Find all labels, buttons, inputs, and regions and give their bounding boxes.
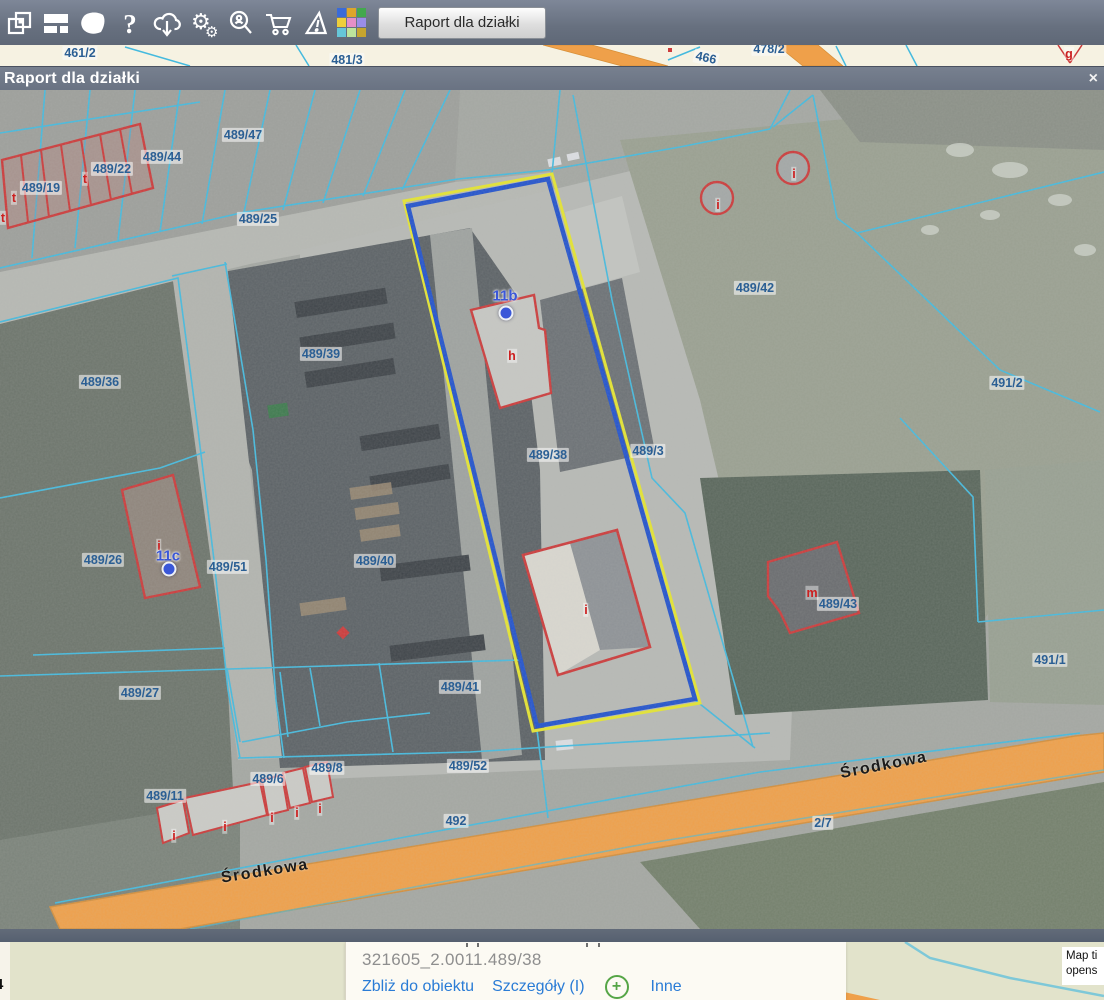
search-icon[interactable] — [222, 6, 259, 40]
help-icon[interactable]: ? — [111, 6, 148, 40]
building-letter-label: i — [317, 802, 322, 816]
address-point-marker[interactable] — [499, 306, 514, 321]
download-icon[interactable] — [148, 6, 185, 40]
toolbar: ? ⚙ ⚙ — [0, 0, 1104, 46]
parcel-number-label: 489/26 — [82, 553, 124, 567]
parcel-number-label: 489/22 — [91, 162, 133, 176]
attribution-line2: opens — [1066, 964, 1104, 979]
settings-icon[interactable]: ⚙ ⚙ — [185, 6, 222, 40]
parcel-number-label: 489/40 — [354, 554, 396, 568]
clipped-text-mark — [598, 943, 600, 947]
parcel-number-label: 489/47 — [222, 128, 264, 142]
legend-color-swatch — [337, 18, 346, 27]
parcel-number-label: 489/39 — [300, 347, 342, 361]
parcel-number-label: 489/41 — [439, 680, 481, 694]
street-name-label: Środkowa — [839, 749, 929, 784]
panel-header: Raport dla działki × — [0, 66, 1104, 91]
parcel-number-label: 489/51 — [207, 560, 249, 574]
parcel-number-label: 489/25 — [237, 212, 279, 226]
svg-text:⚙: ⚙ — [205, 24, 218, 39]
building-letter-label: i — [222, 820, 227, 834]
background-map-strip[interactable]: 321605_2.0011.489/38 Zbliż do obiektu Sz… — [0, 942, 1104, 1000]
panel-bottom-bar — [0, 929, 1104, 942]
building-letter-label: i — [791, 167, 796, 181]
legend-color-grid — [337, 8, 367, 38]
map-attribution: Map ti opens — [1062, 947, 1104, 985]
street-name-label: Środkowa — [220, 856, 310, 888]
parcel-number-label: 489/42 — [734, 281, 776, 295]
parcel-number-label: 489/52 — [447, 759, 489, 773]
plus-circle-icon[interactable]: + — [605, 975, 629, 999]
building-letter-label: i — [171, 829, 176, 843]
scale-digit: 4 — [0, 976, 3, 993]
parcel-number-label: 489/11 — [144, 789, 186, 803]
address-marker-label: 11b — [492, 287, 517, 304]
parcel-number-label: 489/44 — [141, 150, 183, 164]
building-letter-label: t — [82, 172, 88, 186]
building-letter-label: g — [1064, 47, 1074, 61]
building-letter-label: i — [715, 198, 720, 212]
map-canvas[interactable]: 489/47489/44489/22489/19489/25ttt489/424… — [0, 90, 1104, 929]
parcel-number-label: 491/1 — [1032, 653, 1067, 667]
parcel-number-label: 461/2 — [62, 46, 97, 60]
legend-color-swatch — [347, 28, 356, 37]
details-link[interactable]: Szczegóły (I) — [492, 978, 584, 996]
parcel-identifier: 321605_2.0011.489/38 — [362, 950, 542, 970]
building-letter-label: i — [294, 806, 299, 820]
legend-color-swatch — [357, 28, 366, 37]
feature-infobox: 321605_2.0011.489/38 Zbliż do obiektu Sz… — [345, 942, 846, 1000]
layout-icon[interactable] — [37, 6, 74, 40]
legend-color-swatch — [357, 8, 366, 17]
warning-icon[interactable] — [296, 6, 333, 40]
attribution-line1: Map ti — [1066, 949, 1104, 964]
report-parcel-button[interactable]: Raport dla działki — [378, 7, 546, 39]
legend-color-swatch — [357, 18, 366, 27]
clipped-text-mark — [477, 943, 479, 947]
legend-color-swatch — [337, 8, 346, 17]
parcel-number-label: 489/6 — [250, 772, 285, 786]
parcel-number-label: 478/2 — [751, 45, 786, 56]
parcel-number-label: 481/3 — [329, 53, 364, 66]
cart-icon[interactable] — [259, 6, 296, 40]
windows-icon[interactable] — [0, 6, 37, 40]
parcel-number-label: 489/19 — [20, 181, 62, 195]
map-application: ? ⚙ ⚙ — [0, 0, 1104, 1000]
clipped-text-mark — [466, 943, 468, 947]
panel-title: Raport dla działki — [0, 70, 140, 88]
building-letter-label: i — [583, 603, 588, 617]
parcel-number-label: 489/36 — [79, 375, 121, 389]
zoom-to-object-link[interactable]: Zbliż do obiektu — [362, 978, 474, 996]
parcel-number-label: 489/3 — [630, 444, 665, 458]
parcel-number-label: 489/38 — [527, 448, 569, 462]
polygon-icon[interactable] — [74, 6, 111, 40]
parcel-number-label: 466 — [692, 48, 719, 66]
clipped-text-mark — [586, 943, 588, 947]
parcel-number-label: 489/8 — [309, 761, 344, 775]
parcel-number-label: 2/7 — [812, 816, 833, 830]
building-letter-label: m — [805, 586, 818, 600]
scale-indicator: 4 — [0, 942, 10, 1000]
close-icon[interactable]: × — [1089, 70, 1098, 88]
building-letter-label: i — [269, 811, 274, 825]
legend-color-swatch — [347, 8, 356, 17]
parcel-number-label: 491/2 — [989, 376, 1024, 390]
svg-text:?: ? — [123, 9, 137, 38]
legend-color-swatch — [347, 18, 356, 27]
legend-color-swatch — [337, 28, 346, 37]
building-letter-label: h — [507, 349, 517, 363]
parcel-number-label: 492 — [444, 814, 469, 828]
address-point-marker[interactable] — [162, 562, 177, 577]
building-letter-label: t — [0, 211, 6, 225]
parcel-number-label: 489/27 — [119, 686, 161, 700]
legend-icon[interactable] — [333, 6, 370, 40]
more-link[interactable]: Inne — [651, 978, 682, 996]
map-strip[interactable]: 461/2 481/3 466 478/2 g — [0, 45, 1104, 66]
building-letter-label: t — [11, 191, 17, 205]
parcel-number-label: 489/43 — [817, 597, 859, 611]
